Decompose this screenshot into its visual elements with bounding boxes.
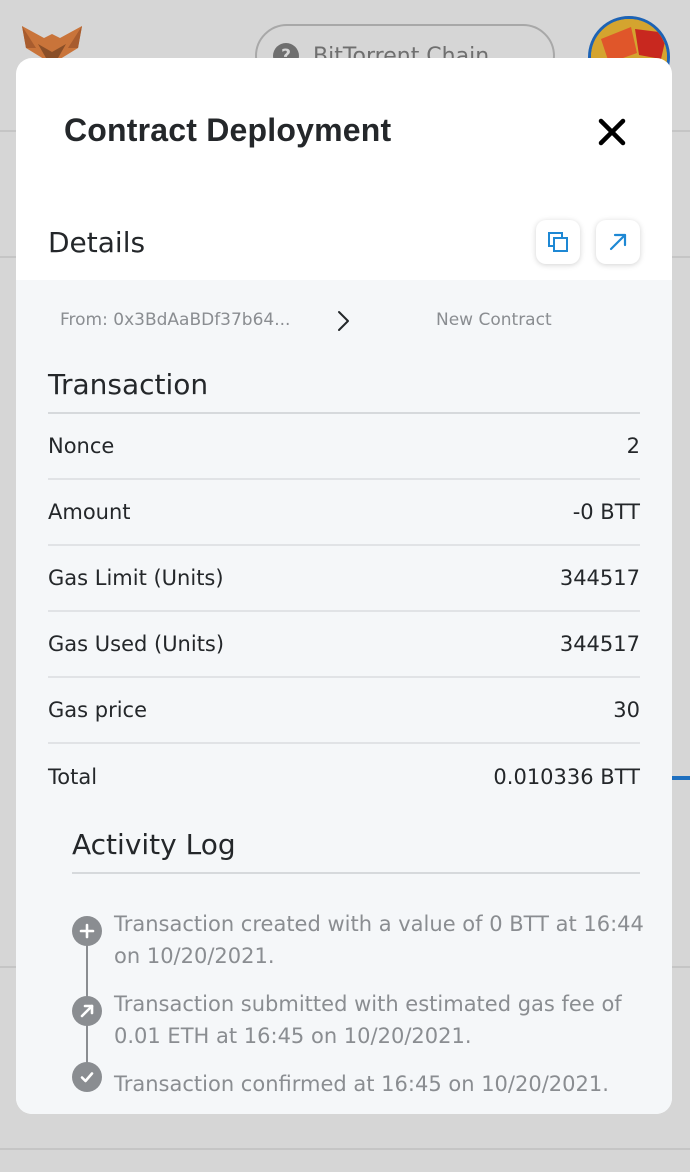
row-value: 2	[626, 434, 640, 458]
activity-log-heading: Activity Log	[72, 828, 236, 861]
row-label: Gas Used (Units)	[48, 632, 225, 656]
row-value: 0.010336 BTT	[493, 765, 640, 789]
activity-entry-created: Transaction created with a value of 0 BT…	[114, 912, 644, 968]
external-link-icon	[609, 233, 627, 251]
modal-title: Contract Deployment	[64, 112, 392, 148]
copy-icon	[548, 232, 568, 252]
close-icon[interactable]	[594, 114, 630, 150]
row-label: Gas price	[48, 698, 148, 722]
row-value: 30	[613, 698, 640, 722]
nonce-row: Nonce 2	[48, 414, 640, 480]
row-label: Amount	[48, 500, 131, 524]
sender-address[interactable]: From: 0x3BdAaBDf37b64...	[60, 310, 290, 330]
activity-entry-submitted: Transaction submitted with estimated gas…	[114, 992, 622, 1048]
row-value: 344517	[559, 632, 640, 656]
row-value: 344517	[559, 566, 640, 590]
background-accent	[670, 776, 690, 780]
details-body: From: 0x3BdAaBDf37b64... New Contract Tr…	[16, 280, 672, 1114]
section-divider	[72, 872, 640, 874]
recipient-label: New Contract	[436, 310, 552, 330]
arrow-right-icon	[338, 311, 349, 331]
row-label: Total	[48, 765, 98, 789]
amount-row: Amount -0 BTT	[48, 480, 640, 546]
total-row: Total 0.010336 BTT	[48, 744, 640, 810]
details-heading: Details	[48, 226, 146, 259]
arrow-up-right-icon	[72, 996, 102, 1026]
view-on-explorer-button[interactable]	[596, 220, 640, 264]
copy-button[interactable]	[536, 220, 580, 264]
transaction-details-modal: Contract Deployment Details From: 0x3BdA…	[16, 58, 672, 1114]
plus-icon	[72, 916, 102, 946]
check-icon	[72, 1062, 102, 1092]
row-label: Nonce	[48, 434, 115, 458]
row-value: -0 BTT	[572, 500, 640, 524]
transaction-heading: Transaction	[48, 368, 209, 401]
background-divider	[0, 1148, 690, 1150]
gas-limit-row: Gas Limit (Units) 344517	[48, 546, 640, 612]
gas-used-row: Gas Used (Units) 344517	[48, 612, 640, 678]
activity-entry-confirmed: Transaction confirmed at 16:45 on 10/20/…	[114, 1072, 609, 1096]
row-label: Gas Limit (Units)	[48, 566, 224, 590]
gas-price-row: Gas price 30	[48, 678, 640, 744]
